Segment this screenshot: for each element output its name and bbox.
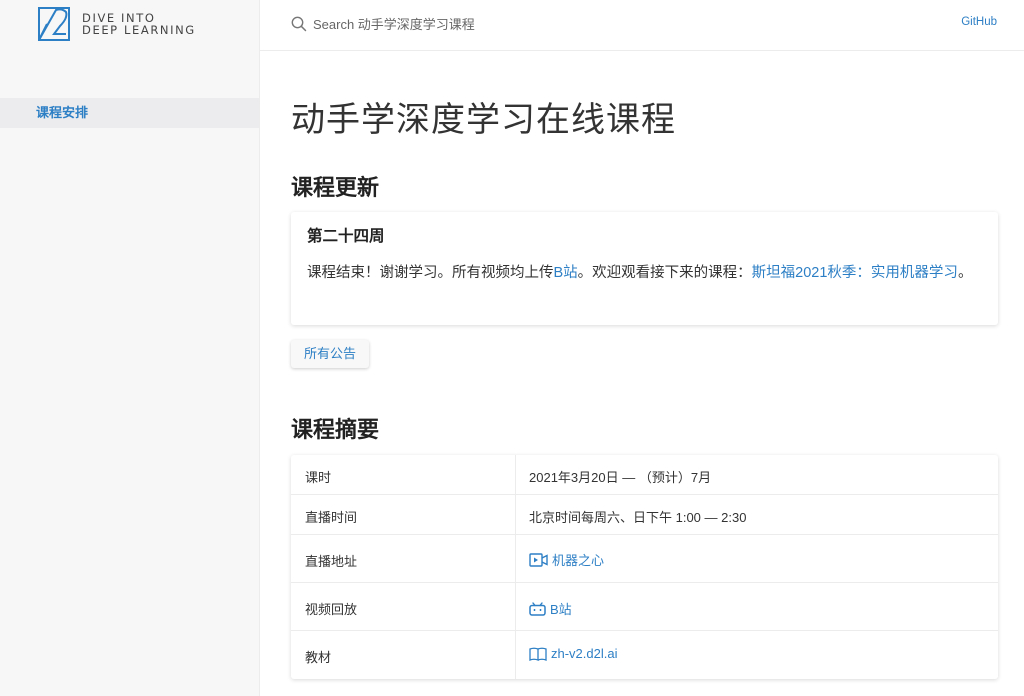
search-icon xyxy=(291,16,307,31)
replay-link[interactable]: B站 xyxy=(529,599,572,618)
row-value-text: 北京时间每周六、日下午 1:00 — 2:30 xyxy=(529,510,747,525)
table-row: 教材 zh-v2.d2l.ai xyxy=(291,631,998,679)
row-value: 2021年3月20日 — （预计）7月 xyxy=(529,467,711,486)
week-title: 第二十四周 xyxy=(307,228,385,245)
row-value-text: 2021年3月20日 — （预计）7月 xyxy=(529,470,712,485)
row-label: 视频回放 xyxy=(305,602,358,617)
search-input[interactable]: Search 动手学深度学习课程 xyxy=(291,14,475,33)
bilibili-icon xyxy=(529,601,546,616)
textbook-link[interactable]: zh-v2.d2l.ai xyxy=(529,646,617,661)
row-value: 北京时间每周六、日下午 1:00 — 2:30 xyxy=(529,507,746,526)
update-text: 课程结束！谢谢学习。所有视频均上传B站。欢迎观看接下来的课程：斯坦福2021秋季… xyxy=(307,260,987,286)
all-announcements-button[interactable]: 所有公告 xyxy=(291,340,370,368)
update-card: 第二十四周 课程结束！谢谢学习。所有视频均上传B站。欢迎观看接下来的课程：斯坦福… xyxy=(291,212,998,325)
textbook-link-text: zh-v2.d2l.ai xyxy=(551,646,618,661)
replay-link-text: B站 xyxy=(550,602,572,617)
update-text-middle: 。欢迎观看接下来的课程： xyxy=(577,265,752,281)
logo-line2: DEEP LEARNING xyxy=(82,23,196,37)
summary-table: 课时 2021年3月20日 — （预计）7月 直播时间 北京时间每周六、日下午 … xyxy=(291,455,998,679)
github-link[interactable]: GitHub xyxy=(961,16,997,28)
logo-text: DIVE INTO DEEP LEARNING xyxy=(82,12,196,36)
row-label: 教材 xyxy=(305,650,332,665)
book-icon xyxy=(529,647,547,661)
updates-heading: 课程更新 xyxy=(291,175,380,200)
top-bar: Search 动手学深度学习课程 GitHub xyxy=(260,0,1024,51)
d2l-logo-icon xyxy=(38,7,70,41)
row-label: 直播时间 xyxy=(305,510,358,525)
video-icon xyxy=(529,552,548,567)
sidebar-item-schedule[interactable]: 课程安排 xyxy=(0,98,259,128)
update-text-before: 课程结束！谢谢学习。所有视频均上传 xyxy=(307,265,554,281)
live-stream-link[interactable]: 机器之心 xyxy=(529,550,604,569)
table-row: 直播时间 北京时间每周六、日下午 1:00 — 2:30 xyxy=(291,495,998,535)
page-title: 动手学深度学习在线课程 xyxy=(291,101,676,139)
logo[interactable]: DIVE INTO DEEP LEARNING xyxy=(36,4,196,44)
summary-heading: 课程摘要 xyxy=(291,417,380,442)
table-row: 课时 2021年3月20日 — （预计）7月 xyxy=(291,455,998,495)
bilibili-link[interactable]: B站 xyxy=(554,265,578,281)
table-row: 视频回放 B站 xyxy=(291,583,998,631)
search-placeholder: Search 动手学深度学习课程 xyxy=(313,17,475,32)
live-stream-link-text: 机器之心 xyxy=(552,553,605,568)
sidebar: DIVE INTO DEEP LEARNING 课程安排 xyxy=(0,0,260,696)
row-label: 课时 xyxy=(305,470,332,485)
stanford-course-link[interactable]: 斯坦福2021秋季：实用机器学习 xyxy=(752,265,958,281)
update-text-after: 。 xyxy=(957,265,973,281)
row-label: 直播地址 xyxy=(305,554,358,569)
table-row: 直播地址 机器之心 xyxy=(291,535,998,583)
